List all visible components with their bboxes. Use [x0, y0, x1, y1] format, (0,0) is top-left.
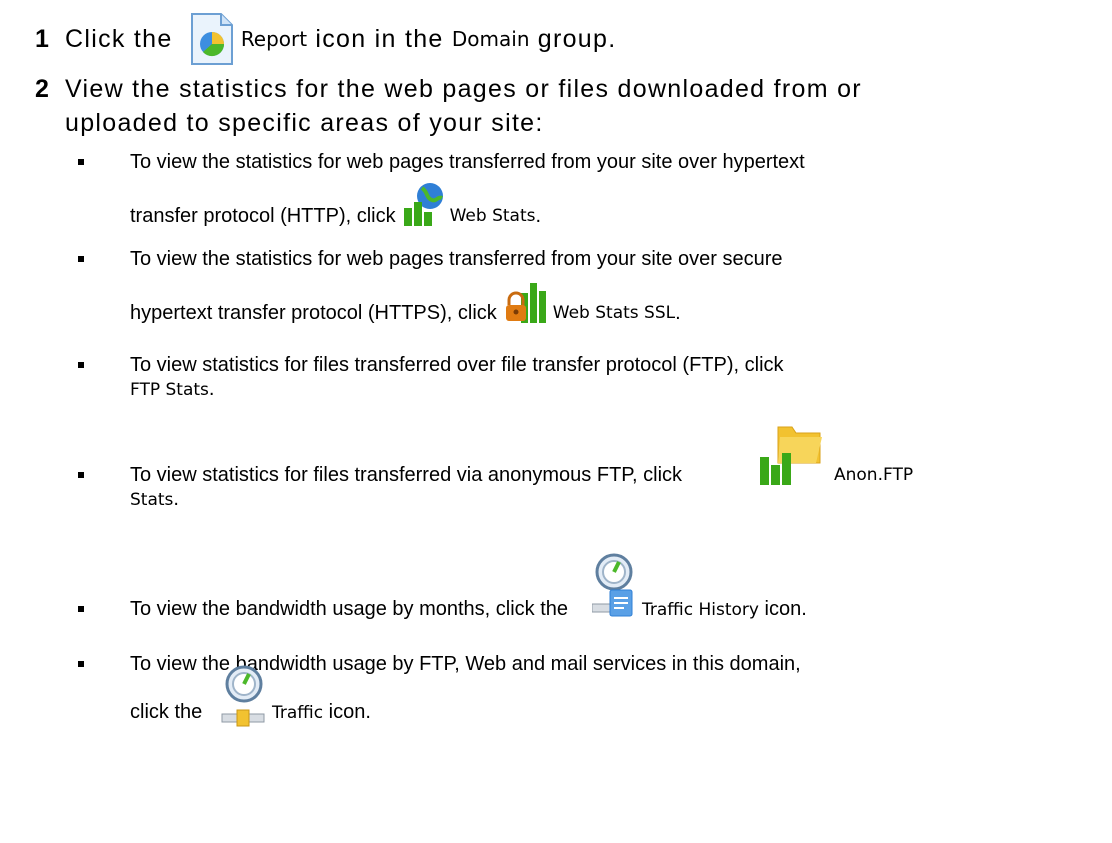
period: .: [173, 488, 179, 510]
step-text: Click the: [65, 25, 173, 53]
item-text-line-1: To view the statistics for web pages tra…: [130, 248, 783, 270]
item-text-line-2: transfer protocol (HTTP), click: [130, 205, 396, 227]
item-text: To view statistics for files transferred…: [130, 354, 784, 376]
report-icon[interactable]: [189, 11, 235, 67]
ftp-stats-label: FTP Stats: [130, 380, 209, 400]
item-text-line-2: hypertext transfer protocol (HTTPS), cli…: [130, 302, 497, 324]
period: .: [208, 378, 215, 400]
bullet-marker: [78, 362, 84, 368]
item-text-line-2: click the: [130, 701, 203, 723]
report-label: Report: [240, 27, 308, 51]
anon-ftp-stats-icon[interactable]: [758, 423, 824, 487]
bullet-marker: [78, 256, 84, 262]
traffic-label: Traffic: [272, 703, 324, 723]
traffic-history-icon[interactable]: [592, 552, 638, 618]
item-text: To view the bandwidth usage by months, c…: [130, 598, 569, 620]
step-text-line-1: View the statistics for the web pages or…: [65, 75, 862, 103]
bullet-marker: [78, 472, 84, 478]
item-text-suffix: icon.: [764, 598, 807, 620]
period: .: [675, 302, 681, 324]
web-stats-icon[interactable]: [402, 182, 444, 228]
anon-ftp-label-2: Stats: [130, 490, 174, 510]
step-text: icon in the: [315, 25, 444, 53]
item-text-line-1: To view statistics for files transferred…: [130, 426, 1098, 487]
step-text-line-2: uploaded to specific areas of your site:: [65, 109, 544, 137]
item-text-suffix: icon.: [328, 701, 371, 723]
traffic-history-label: Traffic History: [642, 600, 759, 620]
list-item: To view statistics for files transferred…: [78, 353, 1098, 402]
period: .: [535, 205, 542, 227]
list-item: To view the statistics for web pages tra…: [78, 247, 1098, 325]
bullet-marker: [78, 661, 84, 667]
step-text: group.: [537, 25, 617, 53]
list-item: To view statistics for files transferred…: [78, 426, 1098, 512]
item-text-line-1: To view the bandwidth usage by FTP, Web …: [130, 653, 801, 675]
item-text: To view statistics for files transferred…: [130, 464, 683, 486]
step-1: 1 Click the Report icon in the Domain gr…: [35, 10, 616, 68]
item-text-line-1: To view statistics for files transferred…: [130, 353, 1098, 377]
group-name: Domain: [451, 27, 530, 51]
web-stats-ssl-label: Web Stats SSL: [552, 303, 676, 323]
bullet-marker: [78, 159, 84, 165]
web-stats-label: Web Stats: [449, 206, 536, 226]
list-item: To view the bandwidth usage by FTP, Web …: [78, 652, 1098, 728]
list-item: To view the statistics for web pages tra…: [78, 150, 1098, 228]
web-stats-ssl-icon[interactable]: [503, 279, 547, 325]
traffic-icon[interactable]: [220, 664, 266, 728]
list-item: To view the bandwidth usage by months, c…: [78, 553, 1098, 621]
step-number: 2: [35, 75, 51, 103]
bullet-marker: [78, 606, 84, 612]
ftp-stats-icon[interactable]: [1108, 315, 1112, 375]
anon-ftp-label: Anon.FTP: [834, 465, 914, 485]
step-2: 2 View the statistics for the web pages o…: [35, 72, 862, 140]
item-text-line-1: To view the statistics for web pages tra…: [130, 151, 805, 173]
step-number: 1: [35, 25, 51, 53]
